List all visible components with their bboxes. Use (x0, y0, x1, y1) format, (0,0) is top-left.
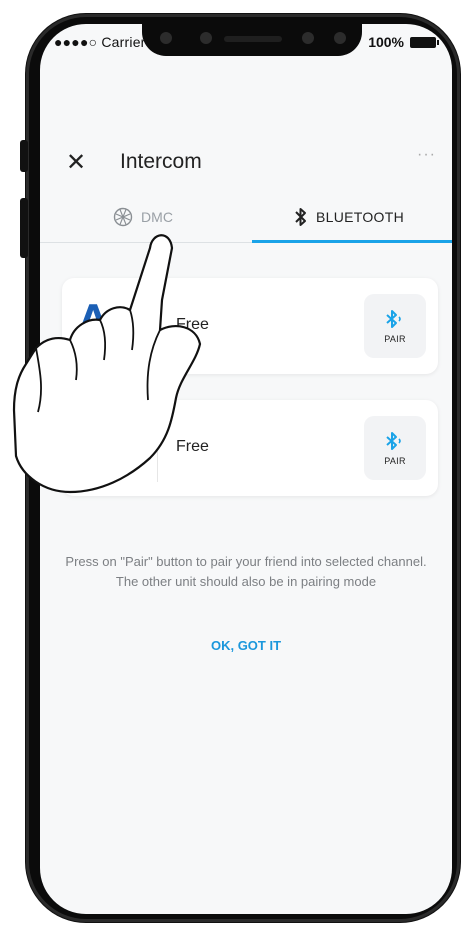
sensor-icon (302, 32, 314, 44)
bluetooth-icon (295, 208, 306, 226)
sensor-icon (334, 32, 346, 44)
active-tab-indicator (252, 240, 452, 243)
channel-card: Free PAIR (62, 400, 438, 496)
speaker-grille (224, 36, 282, 42)
mesh-icon (113, 207, 133, 227)
brand-logo: A (80, 298, 107, 338)
tab-bluetooth[interactable]: BLUETOOTH (246, 194, 452, 240)
pair-label: PAIR (384, 334, 406, 344)
divider (157, 414, 158, 482)
bluetooth-pair-icon (386, 432, 401, 450)
battery-icon (410, 36, 439, 48)
side-button (20, 140, 28, 172)
tab-bluetooth-label: BLUETOOTH (315, 209, 404, 225)
app-bar: ✕ Intercom ··· (40, 142, 452, 186)
pair-label: PAIR (384, 456, 406, 466)
phone-screen: ●●●●○ Carrier 100% ✕ Intercom ··· DMC BL… (40, 24, 452, 914)
more-icon[interactable]: ··· (417, 146, 436, 164)
pair-button[interactable]: PAIR (364, 416, 426, 480)
camera-icon (160, 32, 172, 44)
tab-bar: DMC BLUETOOTH (40, 194, 452, 243)
pairing-hint: Press on "Pair" button to pair your frie… (65, 554, 427, 589)
pair-button[interactable]: PAIR (364, 294, 426, 358)
channel-status: Free (176, 438, 209, 455)
bluetooth-pair-icon (386, 310, 401, 328)
sensor-icon (200, 32, 212, 44)
status-right: 100% (368, 34, 439, 50)
carrier-label: ●●●●○ Carrier (54, 34, 146, 50)
page-title: Intercom (120, 150, 202, 173)
channel-status: Free (176, 316, 209, 333)
tab-dmc-label: DMC (141, 209, 173, 225)
channel-card: A Free PAIR (62, 278, 438, 374)
ok-got-it-button[interactable]: OK, GOT IT (40, 638, 452, 653)
divider (157, 292, 158, 360)
tab-dmc[interactable]: DMC (40, 194, 246, 240)
side-button (20, 198, 28, 258)
close-icon[interactable]: ✕ (66, 148, 86, 177)
notch (142, 24, 362, 56)
battery-percent: 100% (368, 34, 404, 50)
